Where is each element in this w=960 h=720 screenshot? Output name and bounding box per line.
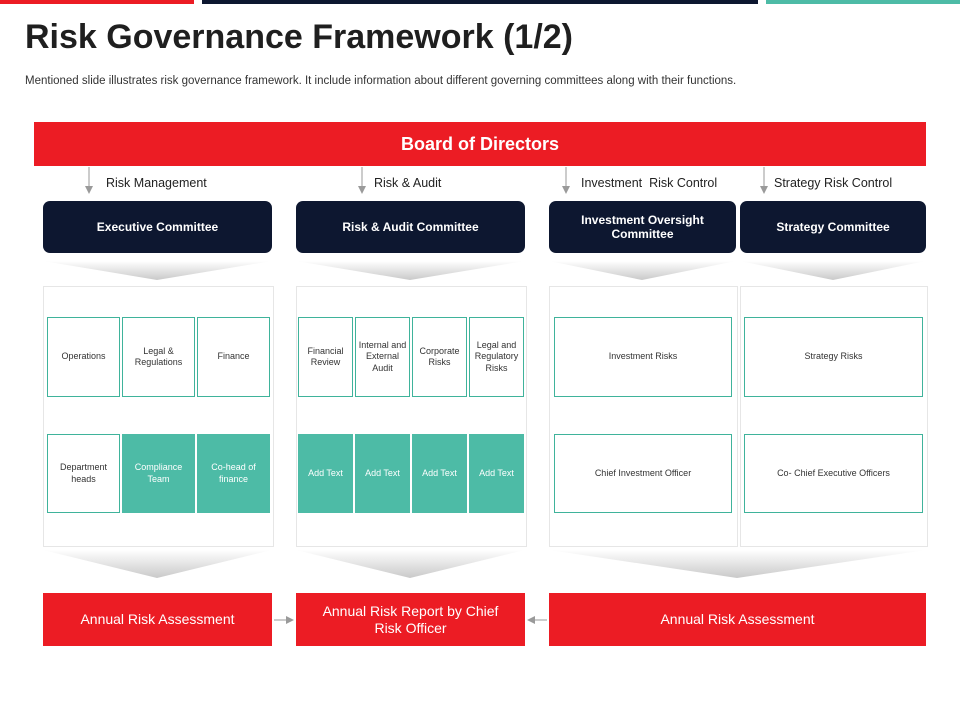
audit-cell-internal-external: Internal and External Audit	[355, 317, 410, 397]
branch-investment-risk-control: Investment Risk Control	[581, 176, 718, 190]
audit-cell-corporate-risks: Corporate Risks	[412, 317, 467, 397]
investment-oversight-committee: Investment Oversight Committee	[549, 201, 736, 253]
branch-strategy-risk-control: Strategy Risk Control	[774, 176, 893, 190]
exec-cell-legal: Legal & Regulations	[122, 317, 195, 397]
risk-audit-committee: Risk & Audit Committee	[296, 201, 525, 253]
executive-committee: Executive Committee	[43, 201, 272, 253]
annual-risk-report-label: Annual Risk Report by Chief Risk Officer	[322, 603, 499, 636]
audit-cell-add-text-3: Add Text	[412, 434, 467, 513]
exec-cell-compliance: Compliance Team	[122, 434, 195, 513]
exec-cell-cohead: Co-head of finance	[197, 434, 270, 513]
investment-oversight-label: Investment Oversight Committee	[581, 212, 704, 241]
audit-cell-legal-regulatory: Legal and Regulatory Risks	[469, 317, 524, 397]
exec-cell-department-heads: Department heads	[47, 434, 120, 513]
annual-risk-assessment-left: Annual Risk Assessment	[43, 593, 272, 646]
exec-cell-operations: Operations	[47, 317, 120, 397]
exec-cell-finance: Finance	[197, 317, 270, 397]
strategy-cell-risks: Strategy Risks	[744, 317, 923, 397]
audit-cell-add-text-1: Add Text	[298, 434, 353, 513]
audit-cell-add-text-4: Add Text	[469, 434, 524, 513]
branch-risk-management: Risk Management	[106, 176, 207, 190]
strategy-committee: Strategy Committee	[740, 201, 926, 253]
annual-risk-report: Annual Risk Report by Chief Risk Officer	[296, 593, 525, 646]
investment-cell-risks: Investment Risks	[554, 317, 732, 397]
audit-cell-add-text-2: Add Text	[355, 434, 410, 513]
strategy-cell-ceo: Co- Chief Executive Officers	[744, 434, 923, 513]
annual-risk-assessment-right: Annual Risk Assessment	[549, 593, 926, 646]
audit-cell-financial-review: Financial Review	[298, 317, 353, 397]
branch-risk-audit: Risk & Audit	[374, 176, 442, 190]
investment-cell-cio: Chief Investment Officer	[554, 434, 732, 513]
